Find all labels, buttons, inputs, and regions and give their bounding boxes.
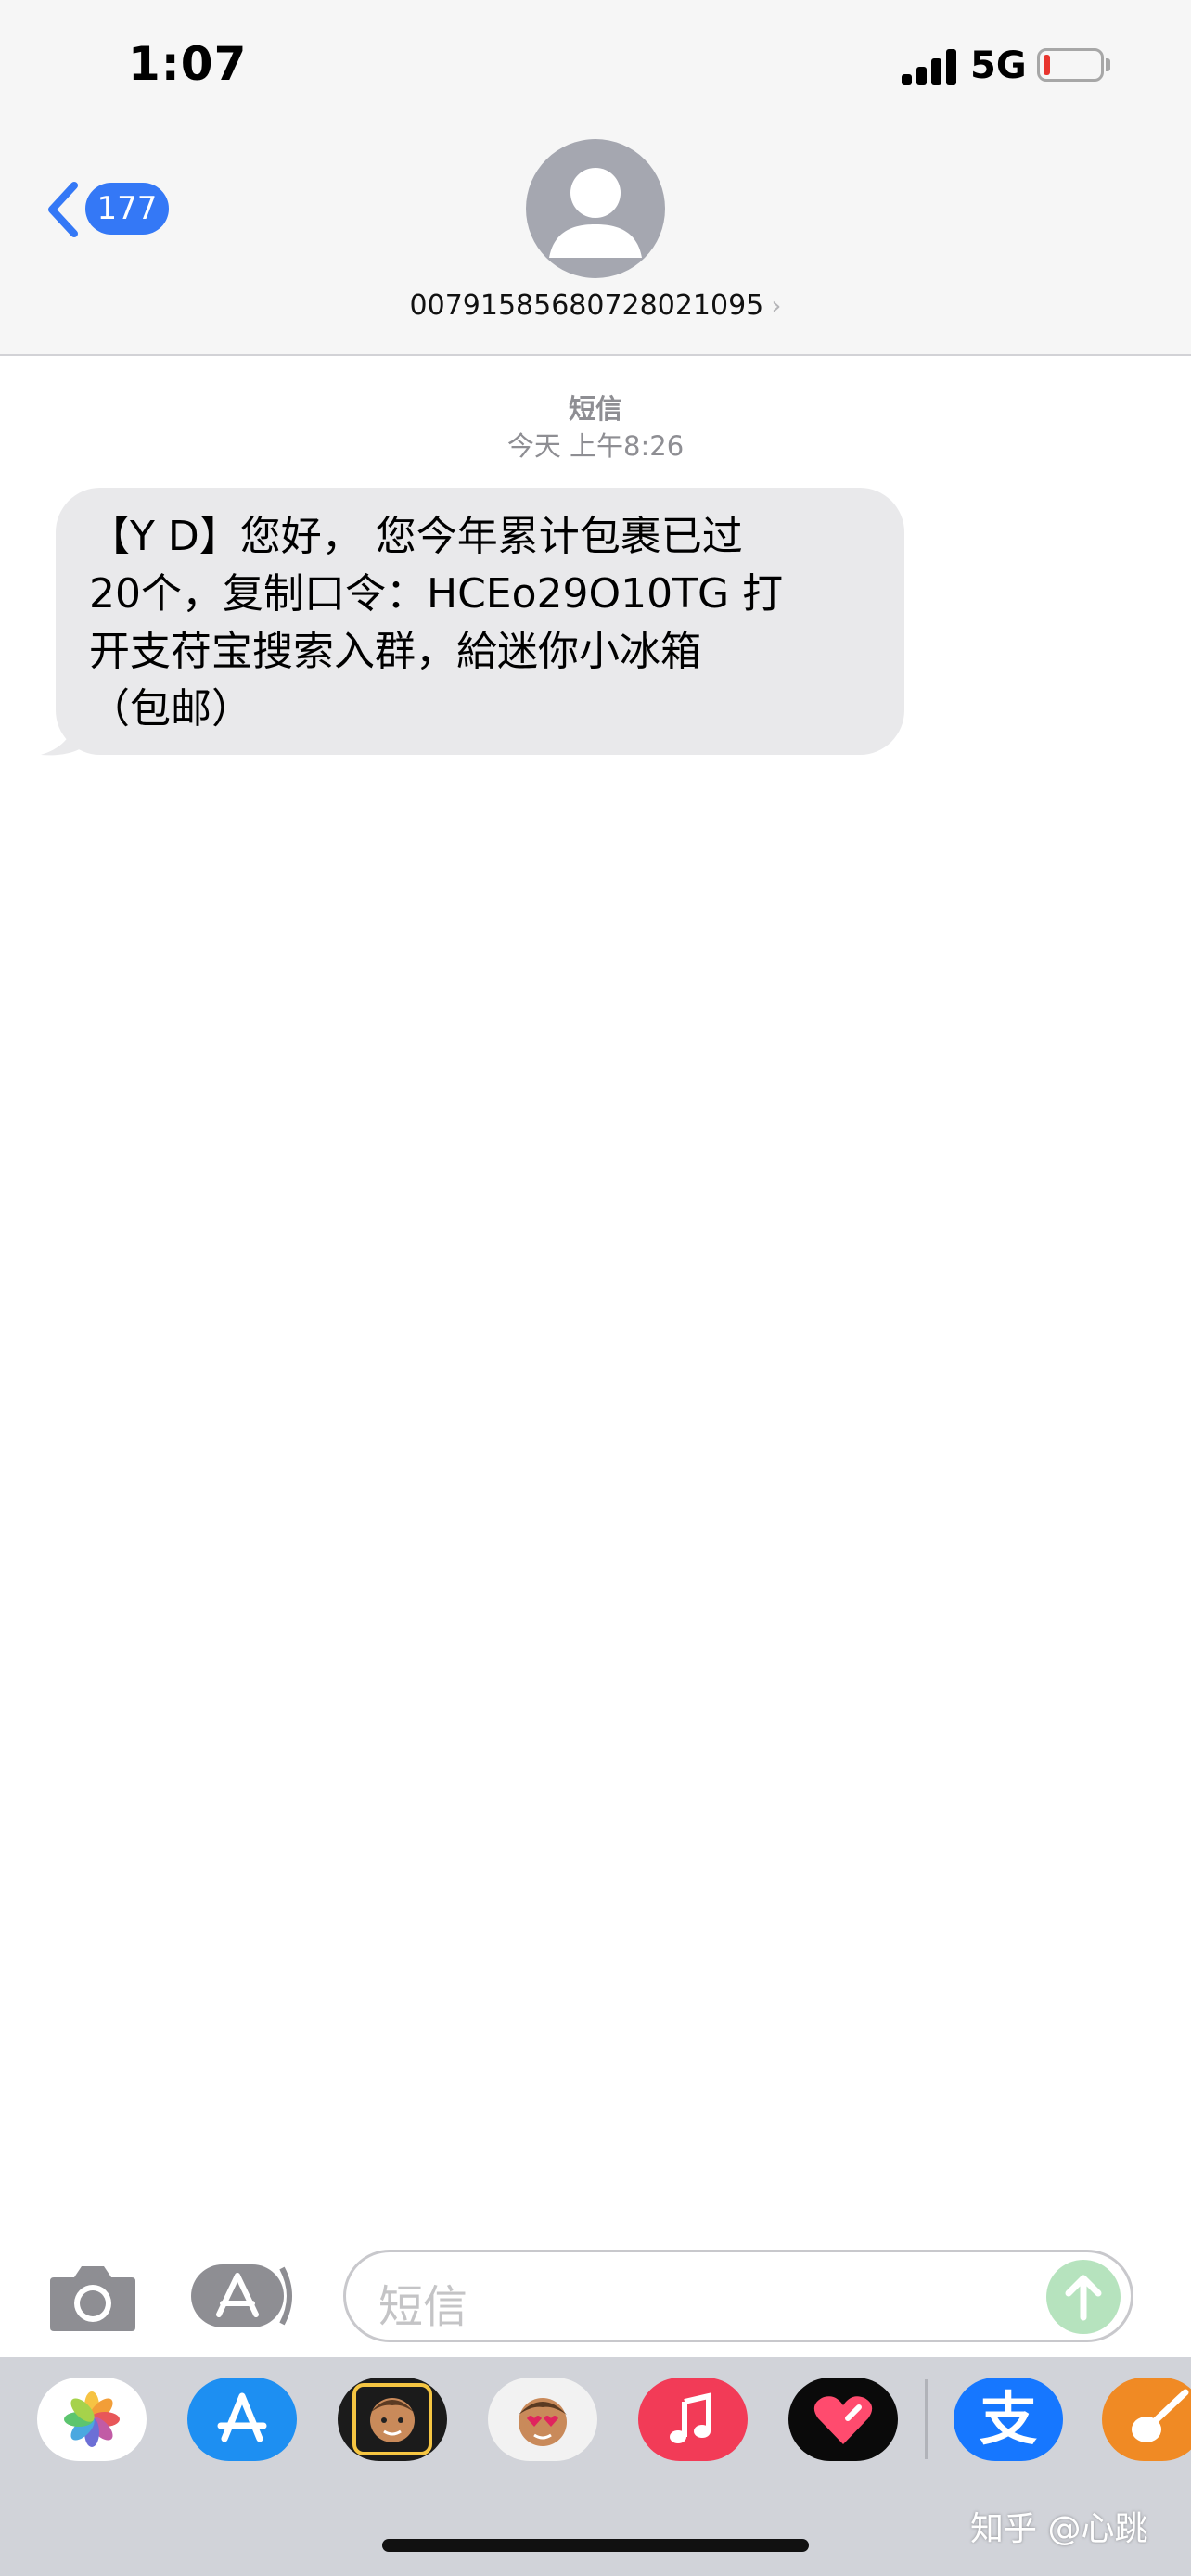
battery-level bbox=[1044, 55, 1050, 75]
arrow-up-icon bbox=[1065, 2275, 1102, 2321]
alipay-icon[interactable]: 支 bbox=[954, 2378, 1063, 2461]
message-service-label: 短信 bbox=[568, 393, 622, 425]
app-store-icon[interactable] bbox=[187, 2378, 297, 2461]
app-store-apps-icon[interactable] bbox=[191, 2261, 295, 2331]
contact-name[interactable]: 00791585680728021095 › bbox=[0, 289, 1191, 322]
memoji-face-glyph bbox=[352, 2383, 432, 2455]
photos-icon[interactable] bbox=[37, 2378, 147, 2461]
message-timestamp: 今天 上午8:26 bbox=[506, 430, 685, 462]
guitar-glyph bbox=[1132, 2389, 1189, 2442]
battery-icon bbox=[1037, 48, 1104, 82]
contact-details-chevron-icon: › bbox=[771, 290, 782, 321]
message-line: 【Y D】您好， 您今年累计包裹已过 bbox=[89, 513, 743, 560]
back-chevron-icon[interactable] bbox=[45, 180, 82, 239]
back-button-unread-badge[interactable]: 177 bbox=[85, 183, 169, 235]
music-note-glyph bbox=[670, 2392, 711, 2443]
heart-glyph bbox=[813, 2396, 873, 2444]
garageband-icon[interactable] bbox=[1102, 2378, 1191, 2461]
app-store-glyph bbox=[217, 2392, 267, 2442]
digital-touch-icon[interactable] bbox=[788, 2378, 898, 2461]
bubble-tail bbox=[41, 720, 91, 756]
camera-icon[interactable] bbox=[46, 2261, 139, 2335]
watermark: 知乎 @心跳 bbox=[970, 2510, 1148, 2548]
status-time: 1:07 bbox=[128, 37, 248, 91]
alipay-glyph: 支 bbox=[979, 2385, 1037, 2453]
contact-avatar[interactable] bbox=[526, 139, 665, 278]
home-indicator[interactable] bbox=[382, 2539, 809, 2552]
memoji-stickers-icon[interactable] bbox=[488, 2378, 597, 2461]
message-line: 20个，复制口令：HCEo29O10TG 打 bbox=[89, 570, 784, 618]
send-button[interactable] bbox=[1046, 2260, 1121, 2334]
message-input-placeholder: 短信 bbox=[378, 2281, 468, 2333]
message-line: 开支苻宝搜索入群，給迷你小冰箱 bbox=[89, 628, 701, 675]
network-type: 5G bbox=[970, 45, 1027, 87]
message-text: 【Y D】您好， 您今年累计包裹已过 20个，复制口令：HCEo29O10TG … bbox=[89, 508, 887, 738]
memoji-heart-eyes-glyph bbox=[519, 2398, 567, 2446]
drawer-divider bbox=[925, 2379, 928, 2459]
cellular-signal-icon bbox=[902, 48, 959, 85]
message-line: （包邮） bbox=[89, 685, 252, 733]
person-silhouette-icon bbox=[549, 168, 642, 258]
contact-number-text: 00791585680728021095 bbox=[409, 289, 764, 322]
memoji-camera-icon[interactable] bbox=[338, 2378, 447, 2461]
photos-flower-glyph bbox=[64, 2391, 120, 2447]
battery-cap bbox=[1106, 58, 1110, 71]
music-icon[interactable] bbox=[638, 2378, 748, 2461]
